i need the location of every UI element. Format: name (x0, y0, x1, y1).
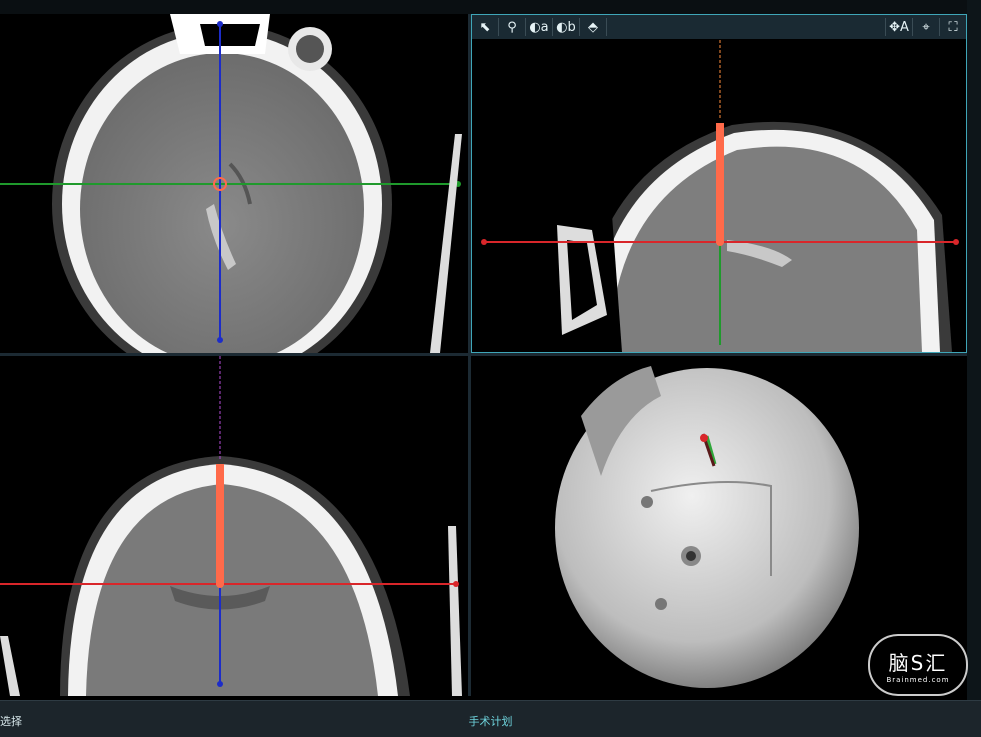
top-strip (0, 0, 981, 14)
window-b-icon[interactable]: ◐b (553, 16, 579, 38)
sagittal-image (481, 15, 959, 352)
right-gutter (967, 0, 981, 700)
horizontal-divider[interactable] (0, 353, 967, 356)
watermark-subtext: Brainmed.com (886, 675, 950, 684)
pointer-icon[interactable]: ⬉ (472, 16, 498, 38)
crosshair-icon[interactable]: ⌖ (913, 16, 939, 38)
toolbar-separator (606, 18, 607, 36)
coronal-trajectory (216, 464, 224, 585)
axial-view[interactable] (0, 14, 468, 353)
status-bar: 选择 手术计划 (0, 700, 981, 737)
status-center-title[interactable]: 手术计划 (0, 713, 981, 729)
view-toolbar: ⬉ ⚲ ◐a ◐b ⬘ ✥A ⌖ ⛶ (472, 15, 966, 39)
ruler-icon[interactable]: ⬘ (580, 16, 606, 38)
fullscreen-icon[interactable]: ⛶ (940, 16, 966, 38)
window-a-icon[interactable]: ◐a (526, 16, 552, 38)
sagittal-view[interactable]: ⬉ ⚲ ◐a ◐b ⬘ ✥A ⌖ ⛶ (471, 14, 967, 353)
coronal-view[interactable] (0, 356, 468, 696)
coronal-image (0, 356, 462, 696)
axial-image (0, 14, 462, 353)
watermark-text: 脑S汇 (888, 650, 948, 675)
trajectory-line (716, 123, 724, 243)
watermark-logo: 脑S汇 Brainmed.com (868, 634, 968, 696)
zoom-icon[interactable]: ⚲ (499, 16, 525, 38)
pan-icon[interactable]: ✥A (886, 16, 912, 38)
